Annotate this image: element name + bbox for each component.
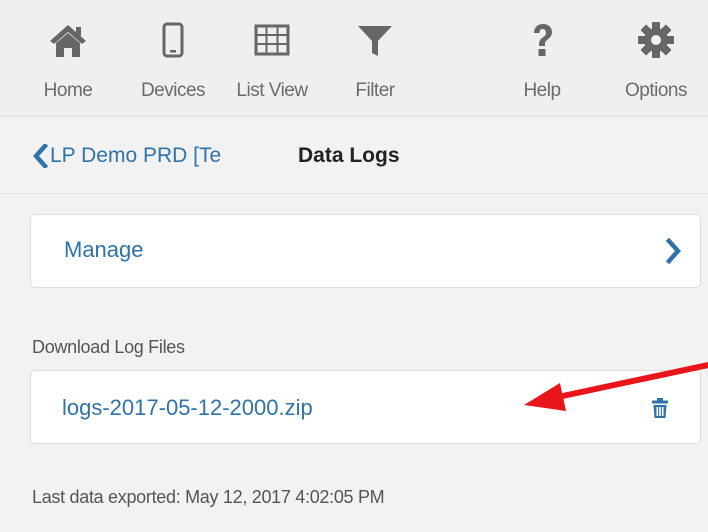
toolbar-home[interactable]: Home [18,0,118,116]
manage-row[interactable]: Manage [30,214,701,288]
title-bar: LP Demo PRD [Te Data Logs [0,117,708,194]
toolbar-help-label: Help [523,80,561,101]
toolbar-options-label: Options [625,80,687,101]
toolbar-help[interactable]: Help [492,0,592,116]
gear-icon [636,20,676,60]
breadcrumb-device-name: LP Demo PRD [Te [50,144,285,168]
phone-icon [153,20,193,60]
last-export-text: Last data exported: May 12, 2017 4:02:05… [32,487,385,507]
toolbar-devices-label: Devices [140,80,206,101]
home-icon [48,20,88,60]
download-log-files-heading: Download Log Files [32,337,185,357]
toolbar-options[interactable]: Options [606,0,706,116]
toolbar-list-view[interactable]: List View [222,0,322,116]
chevron-left-icon [32,144,48,168]
filter-icon [355,20,395,60]
table-icon [252,20,292,60]
chevron-right-icon [666,238,682,264]
back-button[interactable]: LP Demo PRD [Te [32,141,285,171]
top-toolbar: Home Devices List View Filter Help Optio… [0,0,708,117]
manage-label: Manage [64,237,144,262]
toolbar-home-label: Home [43,80,93,101]
page-title: Data Logs [298,144,400,167]
question-icon [522,20,562,60]
toolbar-devices[interactable]: Devices [123,0,223,116]
log-file-link[interactable]: logs-2017-05-12-2000.zip [62,395,313,421]
annotation-arrow [520,355,708,415]
toolbar-filter[interactable]: Filter [325,0,425,116]
toolbar-list-view-label: List View [236,80,308,101]
toolbar-filter-label: Filter [355,80,395,101]
